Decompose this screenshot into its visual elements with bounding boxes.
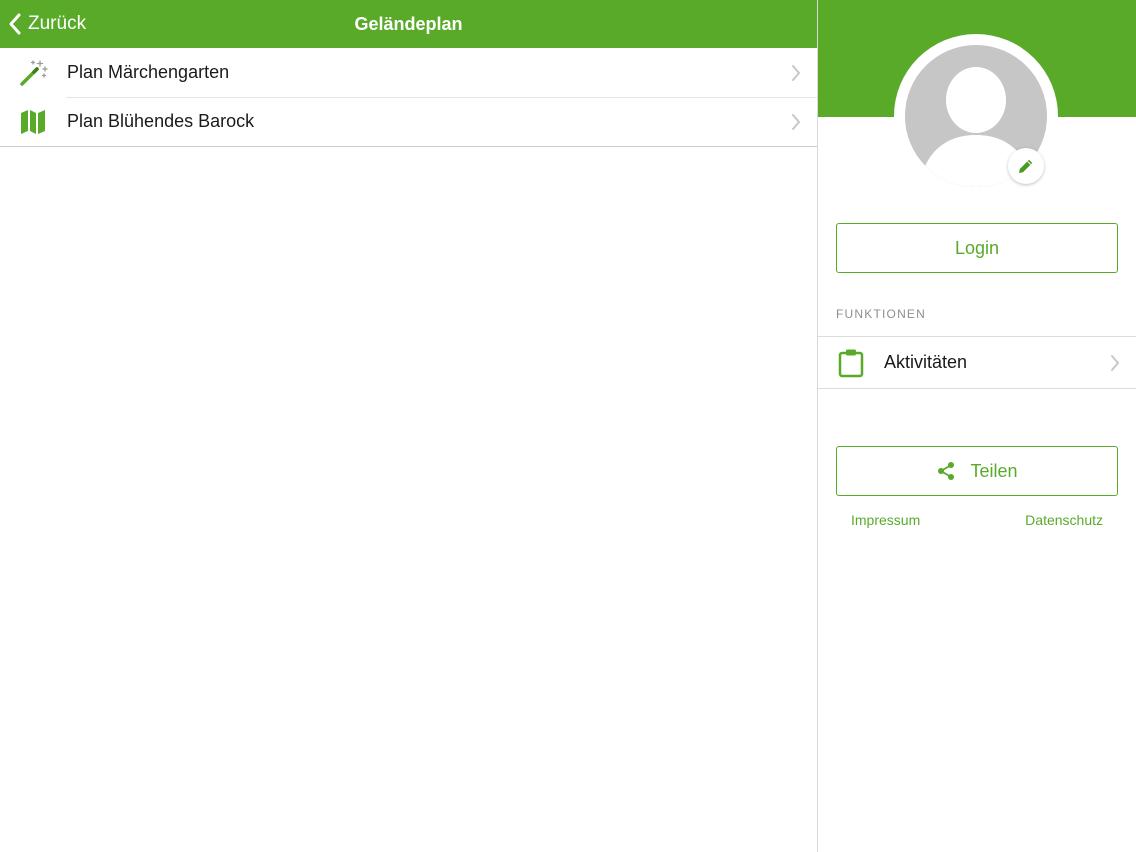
share-icon bbox=[938, 462, 955, 480]
avatar-frame bbox=[894, 34, 1058, 198]
pencil-icon bbox=[1019, 159, 1033, 173]
chevron-right-icon bbox=[792, 114, 800, 130]
list-item-plan-maerchengarten[interactable]: Plan Märchengarten bbox=[0, 48, 817, 97]
chevron-right-icon bbox=[1111, 355, 1119, 371]
main-pane: Zurück Geländeplan Plan Märchengarten Pl… bbox=[0, 0, 817, 852]
share-button-label: Teilen bbox=[970, 460, 1018, 481]
function-item-label: Aktivitäten bbox=[884, 352, 968, 372]
login-button[interactable]: Login bbox=[836, 223, 1118, 273]
plan-list: Plan Märchengarten Plan Blühendes Barock bbox=[0, 48, 817, 147]
section-header-funktionen: FUNKTIONEN bbox=[836, 307, 926, 321]
list-item-label: Plan Märchengarten bbox=[67, 62, 230, 82]
share-button[interactable]: Teilen bbox=[836, 446, 1118, 496]
chevron-right-icon bbox=[792, 65, 800, 81]
datenschutz-link[interactable]: Datenschutz bbox=[1025, 512, 1103, 528]
page-title: Geländeplan bbox=[354, 14, 463, 34]
magic-wand-icon bbox=[20, 60, 48, 86]
impressum-link[interactable]: Impressum bbox=[851, 512, 920, 528]
list-item-label: Plan Blühendes Barock bbox=[67, 111, 255, 131]
edit-avatar-button[interactable] bbox=[1008, 148, 1044, 184]
clipboard-icon bbox=[838, 349, 864, 378]
navigation-bar: Zurück Geländeplan bbox=[0, 0, 817, 48]
function-item-aktivitaeten[interactable]: Aktivitäten bbox=[818, 336, 1136, 389]
map-icon bbox=[21, 110, 45, 134]
profile-sidebar: Login FUNKTIONEN Aktivitäten Teilen Impr… bbox=[818, 0, 1136, 852]
list-item-plan-bluehendes-barock[interactable]: Plan Blühendes Barock bbox=[0, 97, 817, 146]
login-button-label: Login bbox=[954, 237, 1000, 258]
